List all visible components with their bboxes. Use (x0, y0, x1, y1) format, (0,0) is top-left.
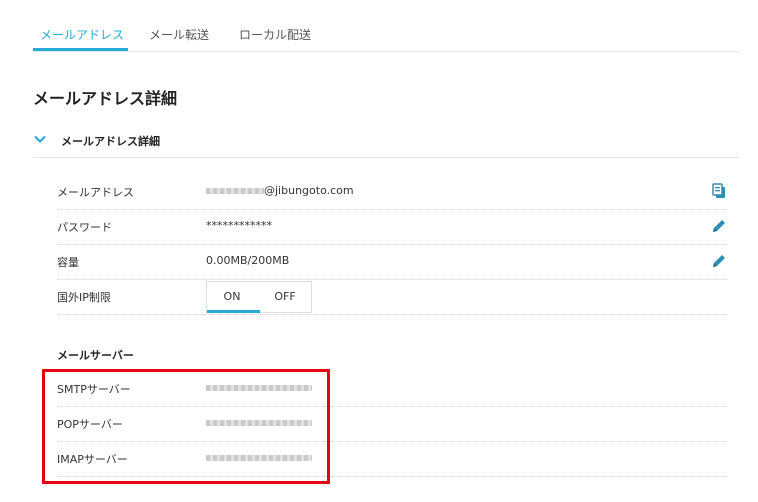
toggle-off-option[interactable]: OFF (260, 290, 310, 303)
detail-row-password: パスワード ************ (57, 210, 727, 245)
pencil-icon[interactable] (711, 253, 727, 269)
tab-bar: メールアドレス メール転送 ローカル配送 (33, 0, 739, 52)
foreign-ip-label: 国外IP制限 (57, 291, 111, 304)
capacity-value: 0.00MB/200MB (206, 254, 290, 267)
detail-row-foreign-ip: 国外IP制限 ON OFF (57, 280, 727, 315)
tab-mail-address[interactable]: メールアドレス (40, 26, 124, 43)
copy-icon[interactable] (711, 183, 727, 199)
toggle-selected-indicator (207, 310, 260, 313)
detail-row-email: メールアドレス @jibungoto.com (57, 175, 727, 210)
toggle-on-option[interactable]: ON (207, 290, 257, 303)
email-domain: @jibungoto.com (264, 184, 354, 197)
password-value: ************ (206, 219, 272, 232)
detail-row-capacity: 容量 0.00MB/200MB (57, 245, 727, 280)
mail-server-heading: メールサーバー (57, 349, 134, 362)
password-label: パスワード (57, 221, 112, 234)
section-title: メールアドレス詳細 (61, 135, 160, 148)
foreign-ip-toggle[interactable]: ON OFF (206, 281, 312, 313)
chevron-down-icon (34, 135, 46, 144)
capacity-label: 容量 (57, 256, 79, 269)
section-header[interactable]: メールアドレス詳細 (33, 124, 739, 158)
email-label: メールアドレス (57, 186, 134, 199)
email-value: @jibungoto.com (206, 184, 354, 197)
pencil-icon[interactable] (711, 218, 727, 234)
redacted-username (206, 188, 264, 194)
tab-mail-forwarding[interactable]: メール転送 (149, 26, 209, 43)
highlight-box (42, 369, 330, 484)
page-title: メールアドレス詳細 (33, 89, 178, 108)
tab-local-delivery[interactable]: ローカル配送 (239, 26, 311, 43)
active-tab-indicator (33, 48, 128, 51)
